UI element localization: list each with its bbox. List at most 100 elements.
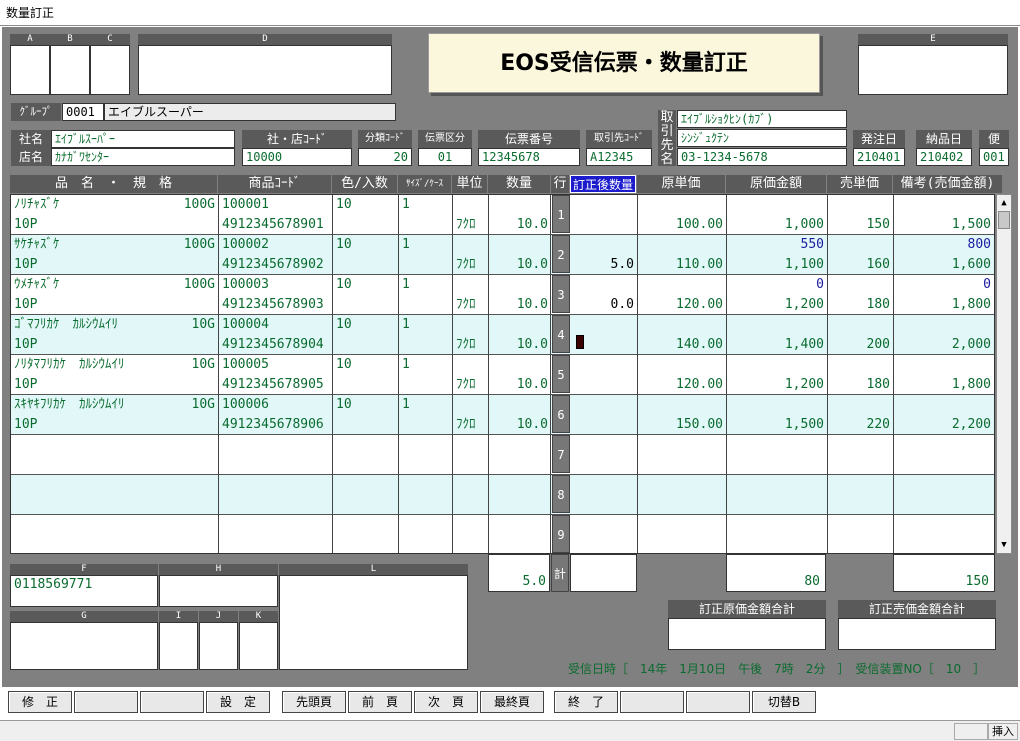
cell-corr[interactable] (571, 495, 637, 515)
total-remark-box: 150 (893, 554, 995, 592)
cell-sell (828, 495, 893, 515)
cell-cost: 1,000 (784, 217, 824, 232)
cell-qty: 10.0 (516, 257, 548, 272)
supplier-phone: 03-1234-5678 (677, 148, 847, 166)
cell-code2: 4912345678904 (222, 337, 324, 352)
row-number: 8 (552, 475, 570, 513)
table-row[interactable]: ﾉﾘﾀﾏﾌﾘｶｹ ｶﾙｼｳﾑｲﾘ 10G 10P 100005 491234567890… (11, 355, 994, 395)
cell-corr[interactable] (571, 535, 637, 553)
grid-scrollbar[interactable]: ▲ ▼ (996, 194, 1012, 554)
page-title: EOS受信伝票・数量訂正 (428, 33, 820, 93)
slip-number-label: 伝票番号 (478, 130, 580, 148)
grid-divider (827, 195, 828, 553)
grid-divider (488, 195, 489, 553)
cell-cost: 1,400 (784, 337, 824, 352)
button-switch-b[interactable]: 切替B (752, 691, 816, 713)
button-blank-4[interactable] (686, 691, 750, 713)
table-row[interactable]: ｳﾒﾁｬｽﾞｹ 100G 10P 100003 4912345678903 10 1 ﾌｸﾛ 1… (11, 275, 994, 315)
cell-remark-new (894, 195, 994, 215)
detail-grid: ﾉﾘﾁｬｽﾞｹ 100G 10P 100001 4912345678901 10 1 ﾌｸﾛ 1… (10, 194, 995, 554)
grid-divider (452, 195, 453, 553)
cell-iri: 10 (336, 317, 352, 332)
table-row[interactable]: 9 (11, 515, 994, 553)
cell-cost-new: 550 (800, 237, 824, 252)
cell-cost-new (727, 315, 827, 335)
table-row[interactable]: 8 (11, 475, 994, 515)
col-cost-amount: 原価金額 (726, 175, 826, 193)
scroll-up-icon[interactable]: ▲ (998, 196, 1010, 210)
box-d: D (138, 34, 392, 95)
row-number: 4 (552, 315, 570, 353)
cell-sub (11, 535, 218, 553)
cell-code2: 4912345678905 (222, 377, 324, 392)
cell-sell: 150 (866, 217, 890, 232)
button-blank-1[interactable] (74, 691, 138, 713)
button-correct[interactable]: 修 正 (8, 691, 72, 713)
scroll-down-icon[interactable]: ▼ (998, 538, 1010, 552)
cell-case (399, 475, 452, 495)
cell-remark-new (894, 395, 994, 415)
cell-qty: 10.0 (516, 377, 548, 392)
cell-iri (333, 515, 398, 535)
cell-cost (727, 535, 827, 553)
cell-remark: 1,600 (951, 257, 991, 272)
total-qty-box: 5.0 (488, 554, 550, 592)
total-qty: 5.0 (522, 574, 546, 589)
box-c: C (90, 34, 130, 95)
box-g: G (10, 611, 158, 670)
cell-corr[interactable]: 5.0 (571, 255, 637, 275)
cell-spec: 10G (191, 357, 215, 372)
box-l: L (279, 564, 468, 670)
cell-case: 1 (402, 277, 410, 292)
corr-sell-total-label: 訂正売価金額合計 (838, 600, 996, 618)
company-store-code-label: 社・店ｺｰﾄﾞ (242, 130, 352, 148)
cell-price: 100.00 (676, 217, 723, 232)
table-row[interactable]: ﾉﾘﾁｬｽﾞｹ 100G 10P 100001 4912345678901 10 1 ﾌｸﾛ 1… (11, 195, 994, 235)
button-blank-2[interactable] (140, 691, 204, 713)
table-row[interactable]: ｺﾞﾏﾌﾘｶｹ ｶﾙｼｳﾑｲﾘ 10G 10P 100004 4912345678904… (11, 315, 994, 355)
cell-corr[interactable] (571, 455, 637, 475)
grid-divider (550, 195, 551, 553)
box-b: B (50, 34, 90, 95)
button-first-page[interactable]: 先頭頁 (282, 691, 346, 713)
cell-price: 140.00 (676, 337, 723, 352)
insert-mode-indicator: 挿入 (988, 723, 1018, 740)
cell-corr[interactable]: 0.0 (571, 295, 637, 315)
cell-corr[interactable] (571, 415, 637, 435)
button-settings[interactable]: 設 定 (206, 691, 270, 713)
cell-code1 (219, 475, 332, 495)
cell-cost-new (727, 475, 827, 495)
button-next-page[interactable]: 次 頁 (414, 691, 478, 713)
button-blank-3[interactable] (620, 691, 684, 713)
button-last-page[interactable]: 最終頁 (480, 691, 544, 713)
cell-sub: 10P (14, 417, 38, 432)
cell-corr[interactable] (571, 375, 637, 395)
cell-remark: 2,200 (951, 417, 991, 432)
cell-unit: ﾌｸﾛ (456, 297, 476, 312)
button-exit[interactable]: 終 了 (554, 691, 618, 713)
scroll-thumb[interactable] (998, 211, 1010, 229)
cell-iri (333, 435, 398, 455)
received-info: 受信日時［ 14年 1月10日 午後 7時 2分 ］ 受信装置NO［ 10 ］ (568, 662, 986, 676)
button-prev-page[interactable]: 前 頁 (348, 691, 412, 713)
table-row[interactable]: ｻｹﾁｬｽﾞｹ 100G 10P 100002 4912345678902 10 1 ﾌｸﾛ 1… (11, 235, 994, 275)
store-name: ｶﾅｶﾞﾜｾﾝﾀｰ (51, 148, 235, 166)
table-row[interactable]: 7 (11, 435, 994, 475)
cell-iri (333, 475, 398, 495)
cell-code2: 4912345678901 (222, 217, 324, 232)
col-corrected-qty: 訂正後数量 (570, 175, 636, 193)
corr-cost-total-label: 訂正原価金額合計 (668, 600, 826, 618)
cell-code1: 100003 (222, 277, 269, 292)
group-code[interactable]: 0001 (62, 103, 104, 121)
cell-corr[interactable] (571, 215, 637, 235)
cell-cost (727, 495, 827, 515)
col-remarks: 備考(売価金額) (893, 175, 1002, 193)
cell-code2: 4912345678902 (222, 257, 324, 272)
cell-remark-new (894, 315, 994, 335)
input-cursor[interactable] (576, 335, 584, 349)
box-f: F 0118569771 (10, 564, 158, 607)
table-row[interactable]: ｽｷﾔｷﾌﾘｶｹ ｶﾙｼｳﾑｲﾘ 10G 10P 100006 491234567890… (11, 395, 994, 435)
col-qty: 数量 (488, 175, 550, 193)
cell-unit (453, 535, 488, 553)
cell-spec: 10G (191, 317, 215, 332)
